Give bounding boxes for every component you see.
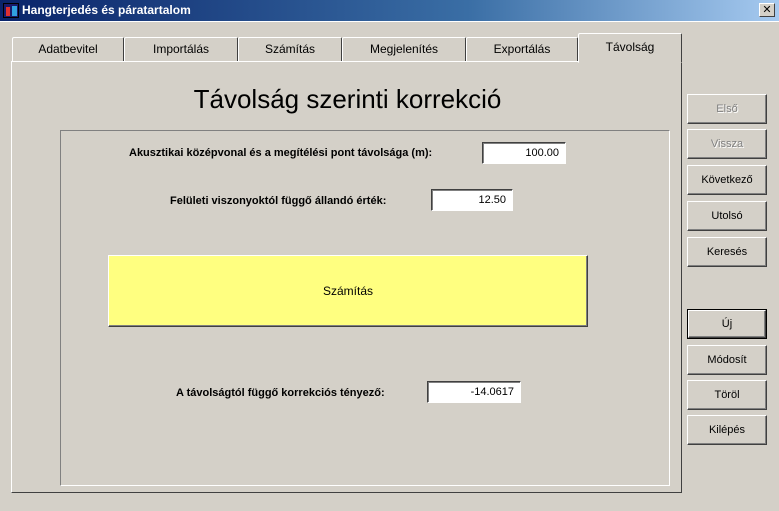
page-title: Távolság szerinti korrekció bbox=[193, 84, 502, 114]
window-title: Hangterjedés és páratartalom bbox=[22, 3, 191, 17]
calculate-button[interactable]: Számítás bbox=[108, 255, 588, 327]
first-button[interactable]: Első bbox=[687, 94, 767, 124]
tab-adatbevitel[interactable]: Adatbevitel bbox=[12, 37, 124, 62]
modify-button[interactable]: Módosít bbox=[687, 345, 767, 375]
search-button[interactable]: Keresés bbox=[687, 237, 767, 267]
tab-importalas[interactable]: Importálás bbox=[124, 37, 238, 62]
tab-szamitas[interactable]: Számítás bbox=[238, 37, 342, 62]
new-button[interactable]: Új bbox=[687, 309, 767, 339]
delete-button[interactable]: Töröl bbox=[687, 380, 767, 410]
distance-field[interactable]: 100.00 bbox=[482, 142, 566, 164]
constant-field[interactable]: 12.50 bbox=[431, 189, 513, 211]
back-button[interactable]: Vissza bbox=[687, 129, 767, 159]
tab-megjelenites[interactable]: Megjelenítés bbox=[342, 37, 466, 62]
last-button[interactable]: Utolsó bbox=[687, 201, 767, 231]
close-button[interactable]: ✕ bbox=[759, 3, 775, 17]
result-field[interactable]: -14.0617 bbox=[427, 381, 521, 403]
tab-exportalas[interactable]: Exportálás bbox=[466, 37, 578, 62]
exit-button[interactable]: Kilépés bbox=[687, 415, 767, 445]
title-bar: Hangterjedés és páratartalom ✕ bbox=[0, 0, 779, 21]
tab-tavolsag[interactable]: Távolság bbox=[578, 33, 682, 63]
next-button[interactable]: Következő bbox=[687, 165, 767, 195]
app-icon bbox=[3, 3, 19, 18]
